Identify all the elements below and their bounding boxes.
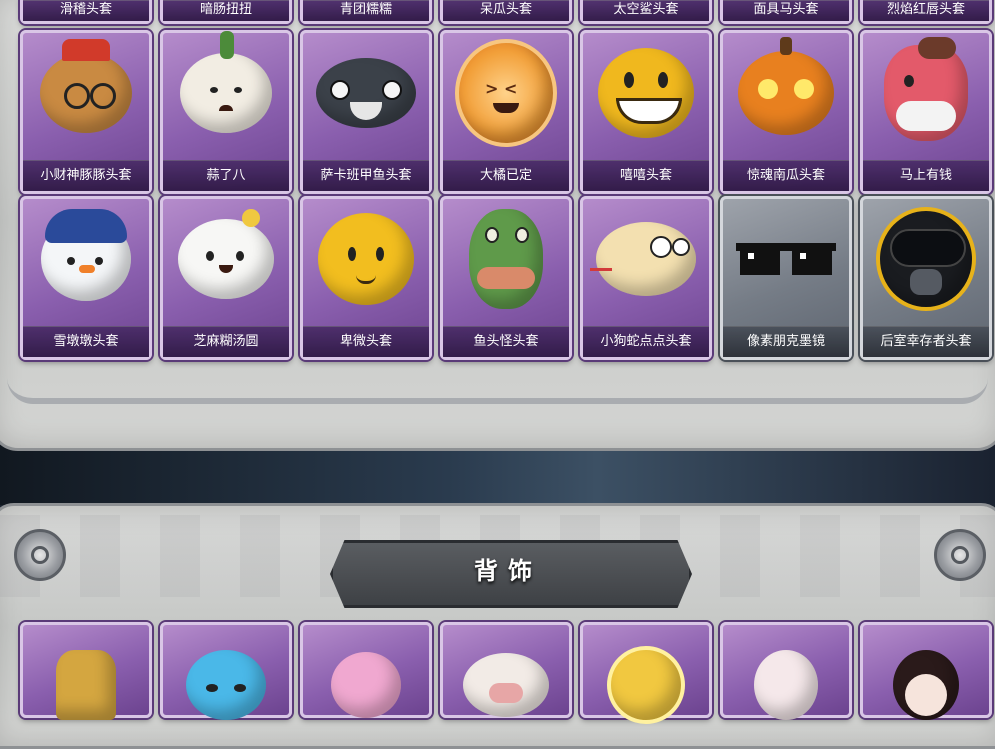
fox-backpiece-icon <box>754 650 818 720</box>
shy-emoji-head-icon <box>318 213 414 305</box>
item-label: 后室幸存者头套 <box>863 326 989 357</box>
backpiece-card[interactable] <box>300 622 432 718</box>
item-card-snake[interactable]: 小狗蛇点点头套 <box>580 196 712 360</box>
rice-ball-head-icon <box>178 209 274 299</box>
backpiece-card[interactable] <box>440 622 572 718</box>
item-card-sunglasses[interactable]: 像素朋克墨镜 <box>720 196 852 360</box>
item-card[interactable]: 青团糯糯 <box>300 0 432 24</box>
item-card-garlic[interactable]: 蒜了八 <box>160 30 292 194</box>
item-label: 嘻嘻头套 <box>583 160 709 191</box>
item-label: 烈焰红唇头套 <box>863 0 989 21</box>
lady-doll-backpiece-icon <box>893 650 959 720</box>
grin-emoji-head-icon <box>598 48 694 138</box>
item-card[interactable]: 滑稽头套 <box>20 0 152 24</box>
unicorn-backpiece-icon <box>331 652 401 718</box>
cow-backpiece-icon <box>463 653 549 717</box>
item-label: 鱼头怪头套 <box>443 326 569 357</box>
item-card[interactable]: 烈焰红唇头套 <box>860 0 992 24</box>
item-label: 像素朋克墨镜 <box>723 326 849 357</box>
backpiece-card[interactable] <box>20 622 152 720</box>
item-card-fish[interactable]: 萨卡班甲鱼头套 <box>300 30 432 194</box>
item-card-riceball[interactable]: 芝麻糊汤圆 <box>160 196 292 360</box>
item-label: 暗肠扭扭 <box>163 0 289 21</box>
item-label: 面具马头套 <box>723 0 849 21</box>
item-label: 呆瓜头套 <box>443 0 569 21</box>
item-label: 惊魂南瓜头套 <box>723 160 849 191</box>
snake-head-icon <box>590 222 696 296</box>
garlic-head-icon <box>180 31 272 133</box>
item-label: 马上有钱 <box>863 160 989 191</box>
ornament-medallion-right <box>934 529 986 581</box>
item-card-shy[interactable]: 卑微头套 <box>300 196 432 360</box>
gas-mask-helmet-icon <box>876 207 976 311</box>
fish-man-head-icon <box>469 209 543 309</box>
item-label: 小财神豚豚头套 <box>23 160 149 191</box>
section-title: 背饰 <box>474 557 542 585</box>
item-label: 卑微头套 <box>303 326 429 357</box>
item-card-gasmask[interactable]: 后室幸存者头套 <box>860 196 992 360</box>
item-label: 雪墩墩头套 <box>23 326 149 357</box>
item-card-horse[interactable]: 马上有钱 <box>860 30 992 194</box>
item-card[interactable]: 暗肠扭扭 <box>160 0 292 24</box>
item-card[interactable]: 太空鲨头套 <box>580 0 712 24</box>
backpiece-card[interactable] <box>160 622 292 720</box>
horse-head-icon <box>884 37 968 141</box>
night-sky-gap <box>0 445 995 505</box>
golden-ornament-icon <box>56 650 116 720</box>
orange-slice-head-icon: > < <box>455 39 557 147</box>
item-card-fishman[interactable]: 鱼头怪头套 <box>440 196 572 360</box>
backpiece-card[interactable] <box>720 622 852 720</box>
item-label: 太空鲨头套 <box>583 0 709 21</box>
pixel-sunglasses-icon <box>736 239 836 279</box>
item-card[interactable]: 面具马头套 <box>720 0 852 24</box>
item-label: 大橘已定 <box>443 160 569 191</box>
item-card[interactable]: 呆瓜头套 <box>440 0 572 24</box>
item-label: 蒜了八 <box>163 160 289 191</box>
item-card-pumpkin[interactable]: 惊魂南瓜头套 <box>720 30 852 194</box>
snowman-head-icon <box>41 209 131 301</box>
capybara-god-head-icon <box>40 39 132 133</box>
item-label: 小狗蛇点点头套 <box>583 326 709 357</box>
item-label: 萨卡班甲鱼头套 <box>303 160 429 191</box>
item-label: 芝麻糊汤圆 <box>163 326 289 357</box>
item-card-capybara[interactable]: 小财神豚豚头套 <box>20 30 152 194</box>
item-label: 滑稽头套 <box>23 0 149 21</box>
item-card-orange[interactable]: > < 大橘已定 <box>440 30 572 194</box>
backpiece-card[interactable] <box>580 622 712 724</box>
sun-crown-backpiece-icon <box>607 646 685 724</box>
item-label: 青团糯糯 <box>303 0 429 21</box>
ornament-medallion-left <box>14 529 66 581</box>
blue-cat-backpiece-icon <box>186 650 266 720</box>
backpiece-card[interactable] <box>860 622 992 720</box>
item-card-snowman[interactable]: 雪墩墩头套 <box>20 196 152 360</box>
pumpkin-head-icon <box>738 37 834 135</box>
item-card-grin[interactable]: 嘻嘻头套 <box>580 30 712 194</box>
fish-head-icon <box>316 58 416 128</box>
